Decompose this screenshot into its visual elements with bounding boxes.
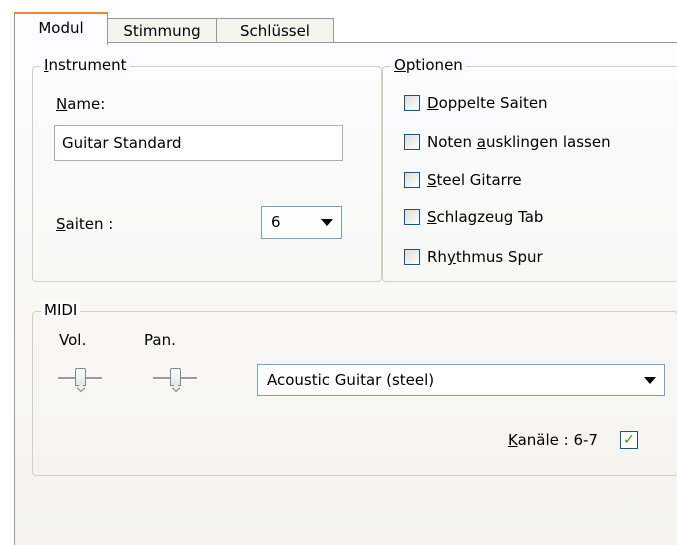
- chevron-down-icon: [644, 377, 656, 384]
- tab-panel-modul: Instrument Name: Guitar Standard Saiten …: [14, 42, 677, 545]
- schlagzeug-tab-checkbox[interactable]: [404, 209, 420, 225]
- midi-group: MIDI Vol. Pan. Acoustic Guitar (steel) K…: [32, 300, 677, 476]
- instrument-group-title: Instrument: [41, 55, 130, 75]
- tab-schluessel[interactable]: Schlüssel: [216, 18, 334, 42]
- options-group-title: Optionen: [391, 55, 466, 75]
- doppelte-saiten-label: Doppelte Saiten: [427, 94, 548, 112]
- volume-label: Vol.: [59, 331, 87, 349]
- midi-instrument-select[interactable]: Acoustic Guitar (steel): [257, 364, 665, 396]
- midi-group-title: MIDI: [41, 300, 81, 320]
- noten-ausklingen-checkbox[interactable]: [404, 134, 420, 150]
- chevron-down-icon: [321, 219, 333, 226]
- name-input[interactable]: Guitar Standard: [54, 125, 343, 161]
- schlagzeug-tab-label: Schlagzeug Tab: [427, 208, 544, 226]
- rhythmus-spur-checkbox[interactable]: [404, 249, 420, 265]
- name-label: Name:: [56, 95, 106, 113]
- tab-stimmung[interactable]: Stimmung: [107, 18, 217, 42]
- strings-select-value: 6: [271, 213, 281, 231]
- channels-label: Kanäle : 6-7: [508, 431, 598, 449]
- pan-label: Pan.: [144, 331, 176, 349]
- doppelte-saiten-checkbox[interactable]: [404, 95, 420, 111]
- noten-ausklingen-label: Noten ausklingen lassen: [427, 133, 611, 151]
- midi-instrument-value: Acoustic Guitar (steel): [267, 371, 435, 389]
- strings-label: Saiten :: [56, 215, 114, 233]
- channels-checkbox[interactable]: ✓: [620, 431, 638, 449]
- steel-gitarre-checkbox[interactable]: [404, 172, 420, 188]
- instrument-group: Instrument Name: Guitar Standard Saiten …: [32, 55, 382, 282]
- volume-slider[interactable]: [58, 365, 102, 391]
- pan-slider-thumb[interactable]: [170, 368, 181, 386]
- tab-modul[interactable]: Modul: [14, 12, 108, 45]
- pan-slider[interactable]: [153, 365, 197, 391]
- rhythmus-spur-label: Rhythmus Spur: [427, 248, 543, 266]
- volume-slider-thumb[interactable]: [75, 368, 86, 386]
- strings-select[interactable]: 6: [261, 206, 342, 239]
- steel-gitarre-label: Steel Gitarre: [427, 171, 522, 189]
